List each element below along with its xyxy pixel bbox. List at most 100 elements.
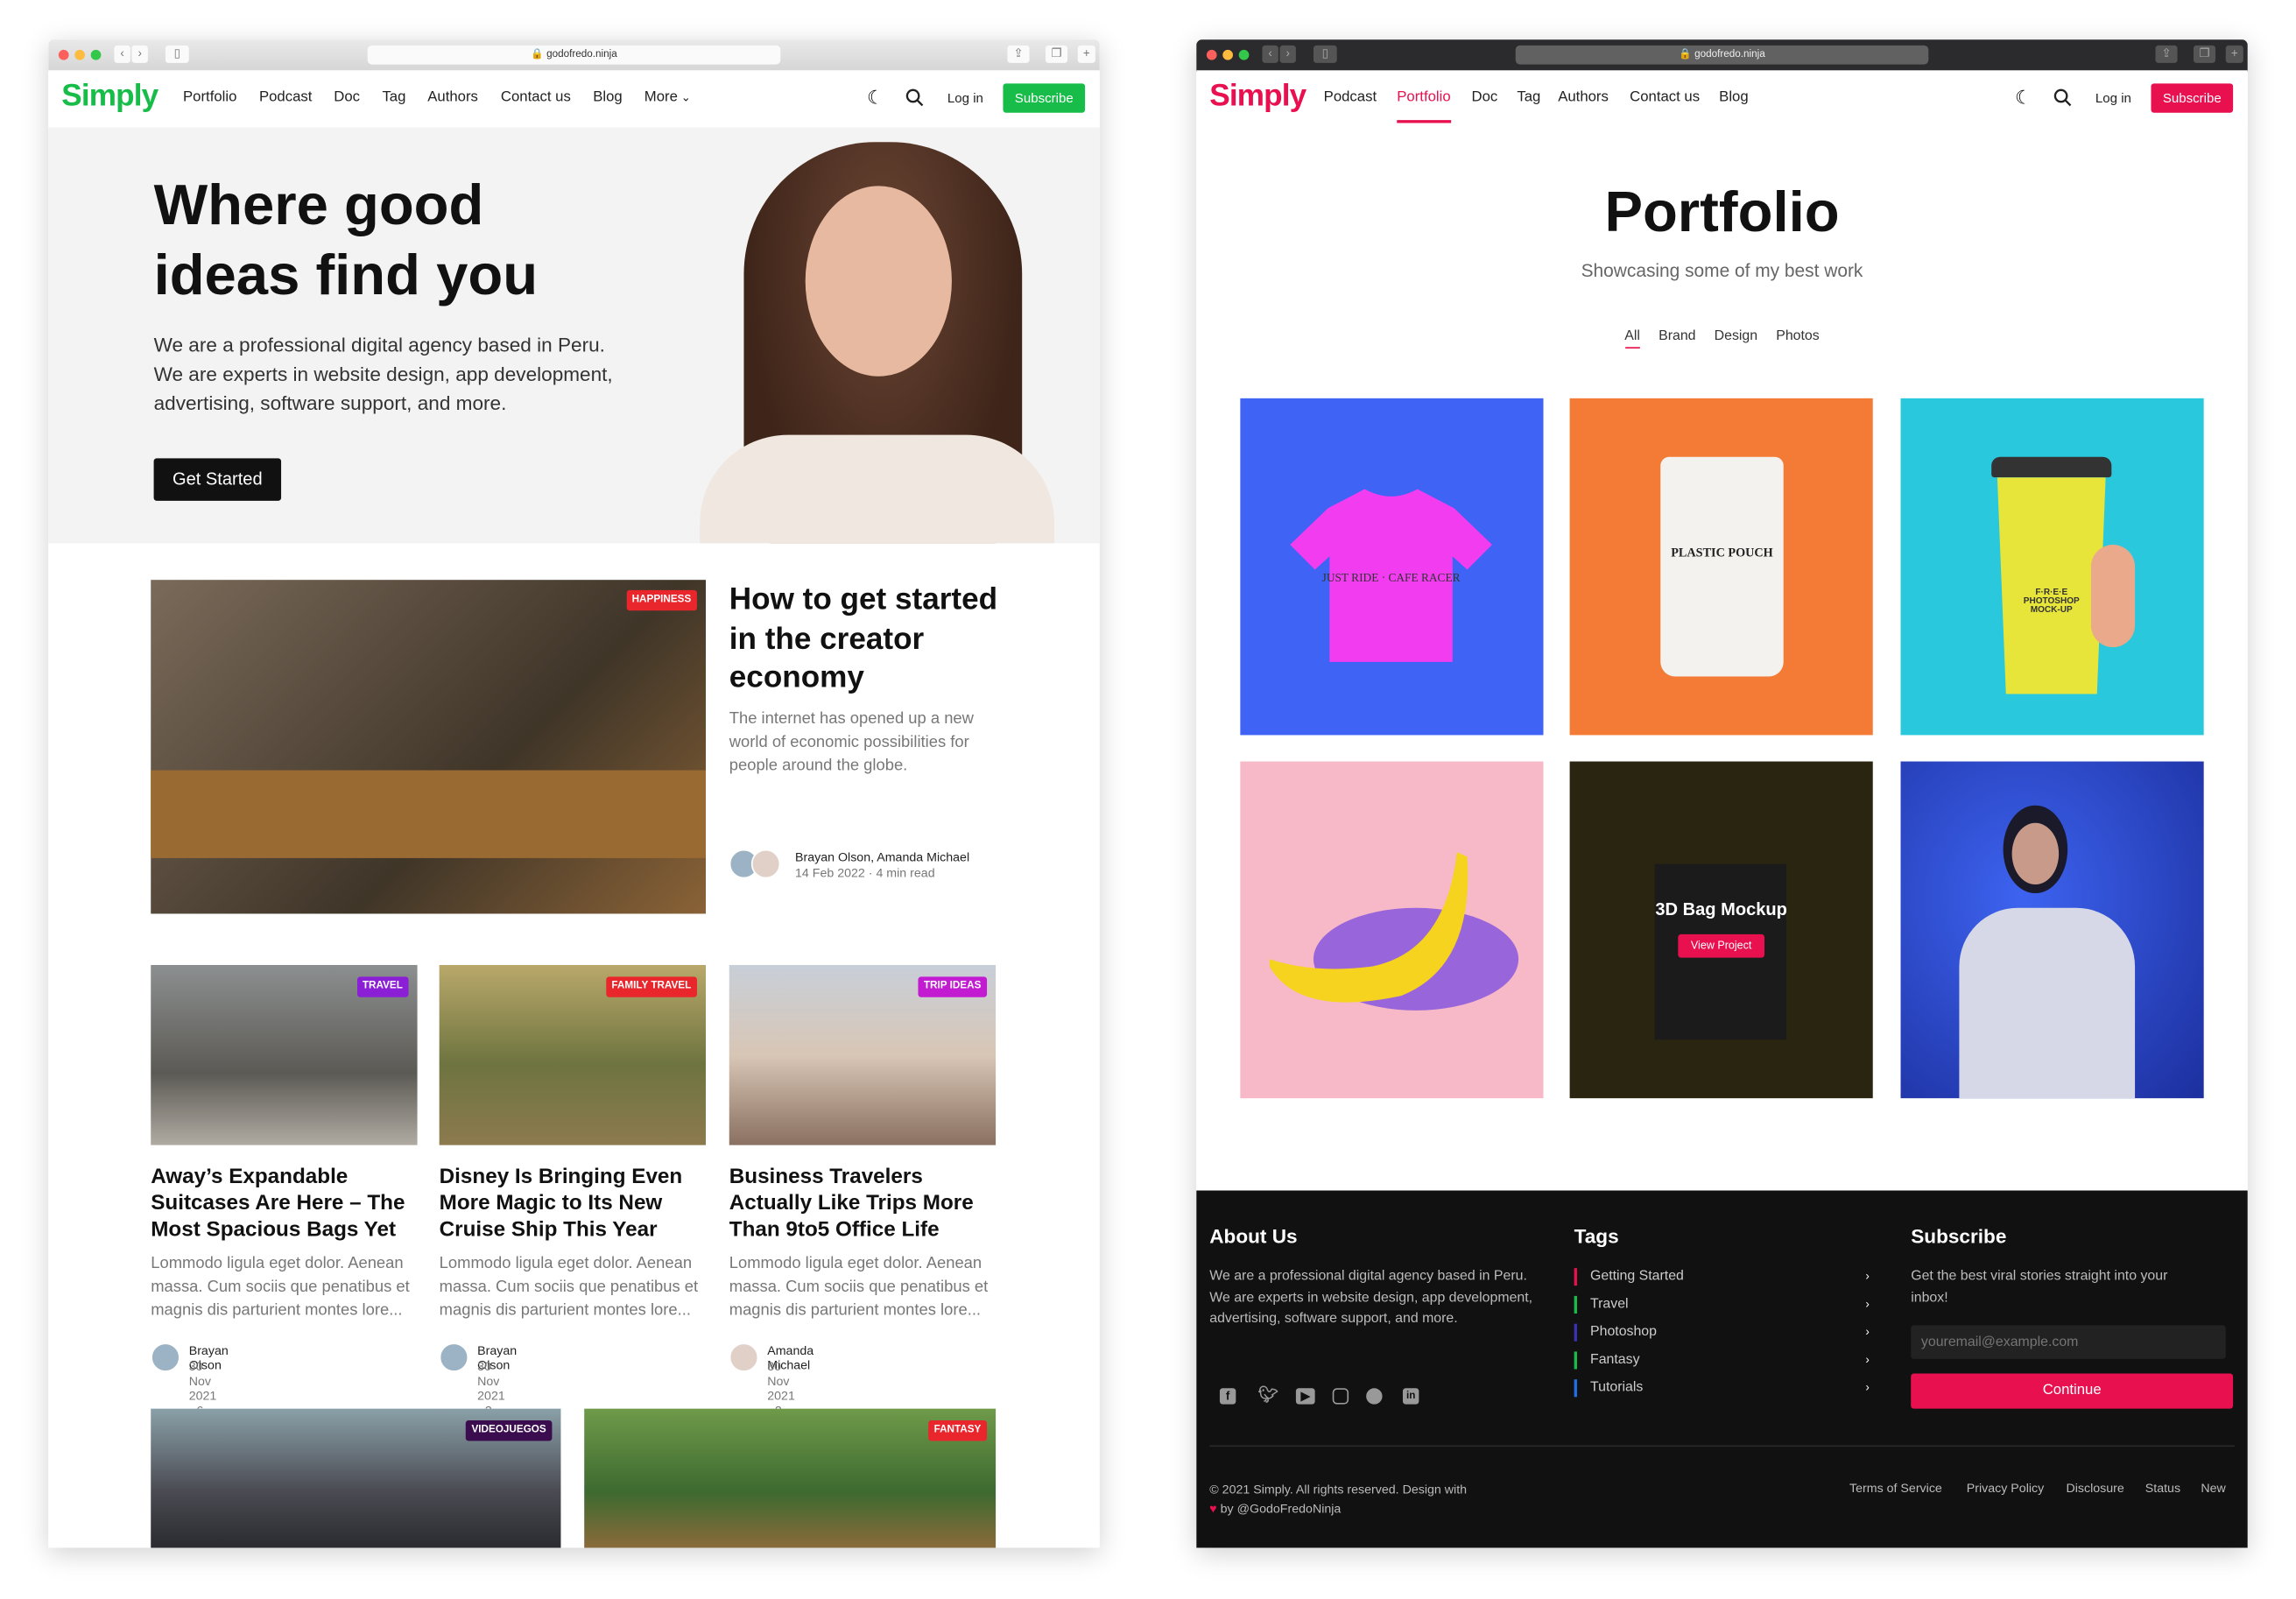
search-icon[interactable] — [905, 88, 924, 107]
category-badge[interactable]: FANTASY — [927, 1420, 988, 1441]
portfolio-item-bag[interactable]: 3D Bag Mockup View Project — [1569, 761, 1873, 1099]
minimize-window-button[interactable] — [74, 49, 85, 60]
chevron-right-icon: › — [1865, 1269, 1870, 1283]
address-bar[interactable]: 🔒 godofredo.ninja — [367, 45, 781, 65]
author-credit[interactable]: by @GodoFredoNinja — [1221, 1501, 1342, 1516]
filter-design[interactable]: Design — [1715, 328, 1757, 344]
tag-link[interactable]: Travel › — [1574, 1295, 1884, 1314]
linkedin-icon[interactable]: in — [1402, 1388, 1419, 1405]
footer-link-new[interactable]: New — [2201, 1481, 2225, 1496]
post-image[interactable]: FANTASY — [584, 1408, 997, 1548]
tag-link[interactable]: Getting Started › — [1574, 1268, 1884, 1286]
facebook-icon[interactable]: f — [1219, 1388, 1236, 1405]
post-image[interactable]: FAMILY TRAVEL — [439, 964, 707, 1145]
filter-all[interactable]: All — [1624, 328, 1640, 349]
heart-icon: ♥ — [1209, 1501, 1217, 1516]
nav-podcast[interactable]: Podcast — [1324, 89, 1377, 105]
portfolio-item-cup[interactable]: F·R·E·E PHOTOSHOP MOCK-UP — [1900, 398, 2204, 736]
sidebar-icon[interactable]: ▯ — [165, 45, 189, 63]
post-title[interactable]: Away’s Expandable Suitcases Are Here – T… — [151, 1164, 423, 1243]
maximize-window-button[interactable] — [1238, 49, 1250, 60]
footer-link-status[interactable]: Status — [2145, 1481, 2180, 1496]
nav-blog[interactable]: Blog — [1719, 89, 1748, 105]
portfolio-item-tshirt[interactable]: JUST RIDE · CAFE RACER — [1240, 398, 1544, 736]
back-icon[interactable]: ‹ — [1262, 45, 1278, 63]
filter-brand[interactable]: Brand — [1659, 328, 1695, 344]
nav-more[interactable]: More ⌄ — [644, 89, 691, 105]
tag-link[interactable]: Fantasy › — [1574, 1351, 1884, 1370]
login-link[interactable]: Log in — [2095, 91, 2131, 106]
nav-portfolio[interactable]: Portfolio — [183, 89, 236, 105]
category-badge[interactable]: HAPPINESS — [625, 589, 697, 611]
category-badge[interactable]: TRAVEL — [356, 976, 409, 997]
subscribe-button[interactable]: Subscribe — [1003, 83, 1086, 113]
category-badge[interactable]: TRIP IDEAS — [918, 976, 988, 997]
get-started-button[interactable]: Get Started — [153, 458, 282, 501]
moon-icon[interactable]: ☾ — [867, 87, 884, 110]
new-tab-icon[interactable]: + — [2225, 45, 2243, 63]
forward-icon[interactable]: › — [131, 45, 148, 63]
post-image[interactable]: TRIP IDEAS — [729, 964, 997, 1145]
post-image[interactable]: VIDEOJUEGOS — [151, 1408, 561, 1548]
tabs-icon[interactable]: ❐ — [1045, 45, 1068, 63]
minimize-window-button[interactable] — [1222, 49, 1233, 60]
address-bar[interactable]: 🔒 godofredo.ninja — [1515, 45, 1929, 65]
footer-link-terms[interactable]: Terms of Service — [1849, 1481, 1942, 1496]
nav-tag[interactable]: Tag — [1517, 89, 1540, 105]
forward-icon[interactable]: › — [1279, 45, 1296, 63]
sidebar-icon[interactable]: ▯ — [1313, 45, 1337, 63]
filter-photos[interactable]: Photos — [1776, 328, 1819, 344]
new-tab-icon[interactable]: + — [1077, 45, 1095, 63]
nav-podcast[interactable]: Podcast — [259, 89, 312, 105]
close-window-button[interactable] — [1206, 49, 1217, 60]
portfolio-item-banana[interactable] — [1240, 761, 1544, 1099]
email-input[interactable] — [1911, 1325, 2226, 1359]
nav-blog[interactable]: Blog — [593, 89, 622, 105]
nav-doc[interactable]: Doc — [334, 89, 360, 105]
maximize-window-button[interactable] — [90, 49, 102, 60]
nav-tag[interactable]: Tag — [382, 89, 405, 105]
close-window-button[interactable] — [58, 49, 69, 60]
post-authors[interactable]: Brayan Olson, Amanda Michael — [795, 849, 969, 864]
category-badge[interactable]: FAMILY TRAVEL — [605, 976, 697, 997]
nav-authors[interactable]: Authors — [1558, 89, 1609, 105]
tabs-icon[interactable]: ❐ — [2193, 45, 2216, 63]
nav-contact[interactable]: Contact us — [501, 89, 571, 105]
featured-post-title[interactable]: How to get started in the creator econom… — [729, 581, 1008, 698]
logo[interactable]: Simply — [61, 79, 158, 114]
post-title[interactable]: Disney Is Bringing Even More Magic to It… — [440, 1164, 712, 1243]
footer-link-disclosure[interactable]: Disclosure — [2066, 1481, 2123, 1496]
youtube-icon[interactable]: ▶ — [1295, 1388, 1315, 1405]
nav-portfolio-active[interactable]: Portfolio — [1397, 89, 1451, 123]
login-link[interactable]: Log in — [947, 91, 983, 106]
subscribe-button[interactable]: Subscribe — [2151, 83, 2234, 113]
avatar[interactable] — [750, 849, 781, 879]
instagram-icon[interactable] — [1332, 1388, 1349, 1405]
continue-button[interactable]: Continue — [1911, 1373, 2234, 1409]
back-icon[interactable]: ‹ — [114, 45, 130, 63]
chevron-right-icon: › — [1865, 1297, 1870, 1311]
search-icon[interactable] — [2053, 88, 2072, 107]
share-icon[interactable]: ⇪ — [1007, 45, 1030, 63]
nav-contact[interactable]: Contact us — [1630, 89, 1700, 105]
footer-link-privacy[interactable]: Privacy Policy — [1967, 1481, 2044, 1496]
avatar[interactable] — [729, 1342, 759, 1372]
tag-link[interactable]: Photoshop › — [1574, 1323, 1884, 1342]
post-image[interactable]: TRAVEL — [151, 964, 418, 1145]
portfolio-item-portrait[interactable] — [1900, 761, 2204, 1099]
featured-post-image[interactable]: HAPPINESS — [151, 580, 707, 914]
moon-icon[interactable]: ☾ — [2015, 87, 2032, 110]
logo[interactable]: Simply — [1209, 79, 1306, 114]
portfolio-item-pouch[interactable]: PLASTIC POUCH — [1569, 398, 1873, 736]
post-title[interactable]: Business Travelers Actually Like Trips M… — [729, 1164, 1002, 1243]
nav-doc[interactable]: Doc — [1472, 89, 1498, 105]
share-icon[interactable]: ⇪ — [2155, 45, 2178, 63]
nav-authors[interactable]: Authors — [427, 89, 478, 105]
twitter-icon[interactable]: 🐦︎ — [1257, 1387, 1278, 1404]
github-icon[interactable] — [1366, 1388, 1383, 1405]
category-badge[interactable]: VIDEOJUEGOS — [465, 1420, 553, 1441]
avatar[interactable] — [439, 1342, 469, 1372]
view-project-button[interactable]: View Project — [1678, 933, 1765, 958]
avatar[interactable] — [151, 1342, 180, 1372]
tag-link[interactable]: Tutorials › — [1574, 1379, 1884, 1398]
